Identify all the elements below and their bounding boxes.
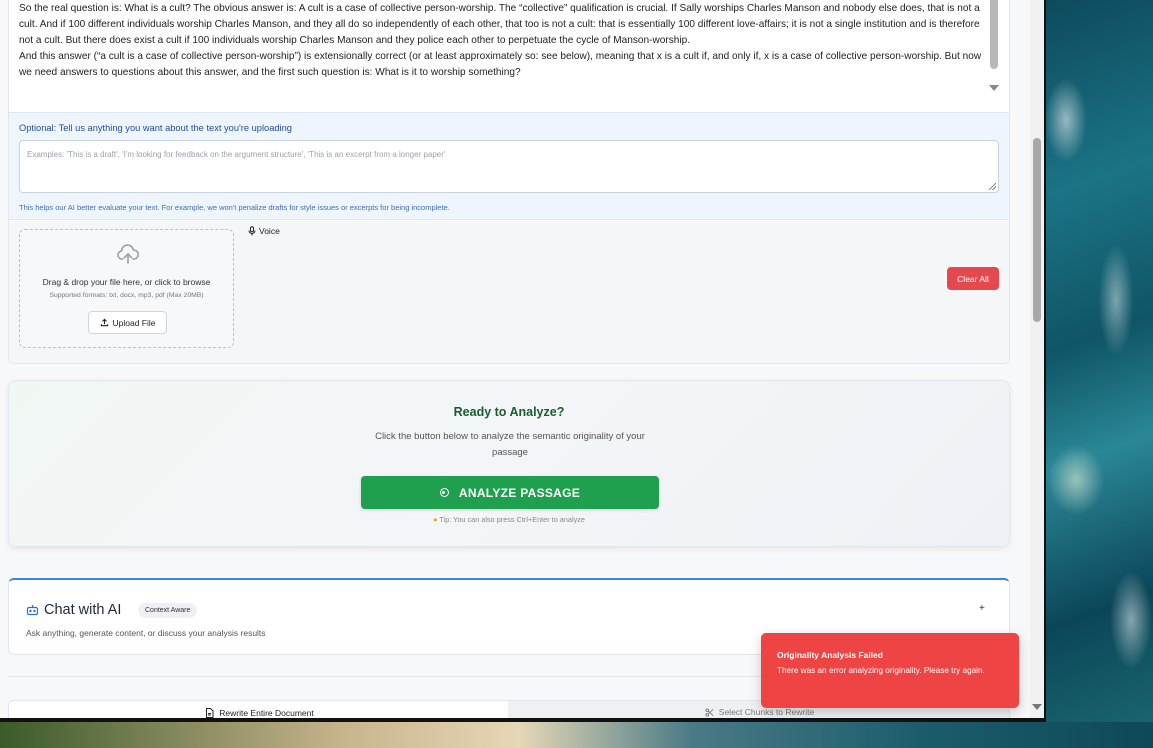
chat-expand-button[interactable]: +: [979, 603, 985, 614]
scroll-down-arrow-icon[interactable]: [989, 85, 999, 91]
scroll-down-arrow-icon[interactable]: [1032, 704, 1042, 710]
passage-textarea[interactable]: So the real question is: What is a cult?…: [19, 1, 987, 101]
passage-scroll-thumb[interactable]: [990, 0, 998, 69]
page-scrollbar[interactable]: [1030, 0, 1044, 718]
clear-all-button[interactable]: Clear All: [947, 267, 999, 290]
context-aware-badge: Context Aware: [138, 603, 198, 618]
dropzone-formats: Supported formats: txt, docx, mp3, pdf (…: [49, 292, 204, 299]
analyze-button-label: ANALYZE PASSAGE: [458, 485, 581, 500]
tip-text: Tip: You can also press Ctrl+Enter to an…: [439, 515, 585, 524]
voice-button[interactable]: Voice: [248, 226, 280, 236]
target-icon: [439, 488, 449, 497]
tab-rewrite-label: Rewrite Entire Document: [219, 708, 314, 718]
toast-title: Originality Analysis Failed: [777, 650, 883, 660]
passage-line: And this answer (“a cult is a case of co…: [19, 51, 982, 78]
upload-area: Drag & drop your file here, or click to …: [9, 221, 1009, 363]
bot-icon: [26, 605, 39, 616]
toast-message: There was an error analyzing originality…: [777, 666, 985, 675]
error-toast[interactable]: Originality Analysis Failed There was an…: [761, 633, 1019, 708]
browser-window: So the real question is: What is a cult?…: [0, 0, 1046, 722]
upload-icon: [100, 318, 108, 327]
context-label: Optional: Tell us anything you want abou…: [19, 123, 292, 133]
context-section: Optional: Tell us anything you want abou…: [9, 112, 1009, 220]
lightbulb-icon: ●: [433, 515, 438, 524]
context-placeholder: Examples: 'This is a draft', 'I'm lookin…: [27, 150, 446, 159]
context-help-text: This helps our AI better evaluate your t…: [19, 203, 450, 212]
page-viewport: So the real question is: What is a cult?…: [0, 0, 1030, 718]
microphone-icon: [248, 226, 256, 236]
shortcut-tip: ● Tip: You can also press Ctrl+Enter to …: [9, 515, 1009, 524]
tab-rewrite-entire-document[interactable]: Rewrite Entire Document: [11, 703, 508, 718]
page-scroll-thumb[interactable]: [1033, 138, 1041, 322]
context-input[interactable]: Examples: 'This is a draft', 'I'm lookin…: [19, 140, 999, 193]
desktop-wallpaper-bottom: [0, 722, 1153, 748]
voice-label: Voice: [259, 226, 280, 236]
analyze-passage-button[interactable]: ANALYZE PASSAGE: [361, 476, 659, 509]
upload-file-label: Upload File: [112, 317, 156, 328]
analyze-card: Ready to Analyze? Click the button below…: [8, 380, 1010, 547]
scissors-icon: [705, 707, 714, 717]
passage-scrollbar[interactable]: [987, 0, 1001, 101]
dropzone-title: Drag & drop your file here, or click to …: [42, 277, 211, 287]
chat-subtitle: Ask anything, generate content, or discu…: [26, 628, 266, 638]
resize-grip-icon[interactable]: [989, 183, 996, 190]
tab-chunks-label: Select Chunks to Rewrite: [718, 707, 815, 717]
file-dropzone[interactable]: Drag & drop your file here, or click to …: [19, 229, 234, 348]
upload-file-button[interactable]: Upload File: [88, 311, 167, 334]
chat-title: Chat with AI: [44, 602, 122, 618]
passage-input-card: So the real question is: What is a cult?…: [8, 0, 1010, 364]
passage-line: So the real question is: What is a cult?…: [19, 3, 980, 46]
ready-title: Ready to Analyze?: [453, 405, 565, 419]
document-rewrite-icon: [206, 708, 214, 718]
desktop-wallpaper: [1046, 0, 1153, 748]
cloud-upload-icon: [117, 244, 139, 264]
ready-subtitle: Click the button below to analyze the se…: [375, 431, 645, 458]
